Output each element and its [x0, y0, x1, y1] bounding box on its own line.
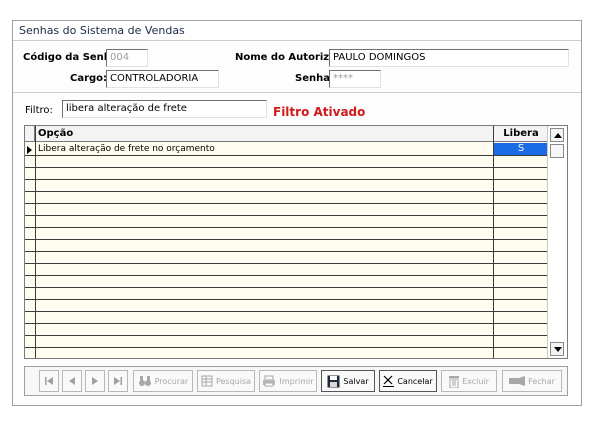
scroll-up-button[interactable] — [550, 128, 564, 142]
grid-row-line — [25, 179, 549, 180]
grid-row-line — [25, 215, 549, 216]
first-icon — [45, 377, 53, 385]
previous-record-button[interactable] — [62, 370, 82, 392]
grid-row-line — [25, 275, 549, 276]
close-door-icon — [509, 376, 526, 386]
imprimir-label: Imprimir — [279, 376, 314, 386]
grid-table-icon — [201, 375, 213, 387]
nome-field[interactable]: PAULO DOMINGOS — [329, 49, 569, 67]
grid-row-line — [25, 347, 549, 348]
salvar-label: Salvar — [343, 376, 369, 386]
printer-icon — [263, 375, 276, 387]
grid-row-line — [25, 335, 549, 336]
arrow-down-icon — [554, 347, 562, 352]
current-row-indicator-icon — [27, 146, 32, 154]
cargo-field[interactable]: CONTROLADORIA — [106, 70, 219, 88]
arrow-up-icon — [554, 133, 562, 138]
grid-corner — [25, 126, 35, 142]
previous-icon — [69, 377, 75, 385]
column-header-opcao[interactable]: Opção — [35, 126, 494, 142]
grid-row-line — [25, 155, 549, 156]
filtro-label: Filtro: — [25, 105, 53, 116]
next-icon — [92, 377, 98, 385]
excluir-label: Excluir — [462, 376, 489, 386]
fechar-button[interactable]: Fechar — [502, 370, 562, 392]
scroll-down-button[interactable] — [550, 342, 564, 356]
pesquisa-label: Pesquisa — [215, 376, 252, 386]
filtro-status: Filtro Ativado — [273, 105, 366, 119]
options-grid[interactable]: Opção Libera Libera alteração de frete n… — [24, 125, 568, 359]
grid-vertical-scrollbar[interactable] — [547, 126, 567, 358]
cancelar-button[interactable]: Cancelar — [379, 370, 437, 392]
excluir-button[interactable]: Excluir — [441, 370, 497, 392]
imprimir-button[interactable]: Imprimir — [259, 370, 317, 392]
last-icon — [114, 377, 122, 385]
grid-row-line — [25, 239, 549, 240]
cancel-x-icon — [383, 375, 395, 387]
senhas-window: Senhas do Sistema de Vendas Código da Se… — [12, 20, 582, 406]
codigo-field[interactable]: 004 — [106, 49, 148, 67]
salvar-button[interactable]: Salvar — [321, 370, 375, 392]
grid-row-line — [25, 167, 549, 168]
grid-row-line — [25, 251, 549, 252]
floppy-disk-icon — [327, 375, 340, 387]
filtro-field[interactable]: libera alteração de frete — [62, 100, 267, 118]
grid-row-line — [25, 191, 549, 192]
window-title-bar: Senhas do Sistema de Vendas — [13, 21, 581, 41]
trash-icon — [449, 375, 460, 388]
action-toolbar: Procurar Pesquisa Imprimir Salvar Cancel… — [24, 366, 568, 396]
binoculars-icon — [138, 376, 151, 386]
fechar-label: Fechar — [528, 376, 555, 386]
form-separator — [13, 92, 581, 93]
grid-row-line — [25, 203, 549, 204]
procurar-button[interactable]: Procurar — [133, 370, 193, 392]
grid-row-line — [25, 263, 549, 264]
scroll-thumb[interactable] — [550, 144, 564, 158]
senha-field[interactable]: **** — [329, 70, 381, 88]
pesquisa-button[interactable]: Pesquisa — [197, 370, 255, 392]
grid-row-line — [25, 299, 549, 300]
grid-cell-opcao[interactable]: Libera alteração de frete no orçamento — [38, 144, 215, 154]
grid-row-line — [25, 323, 549, 324]
grid-row-line — [25, 287, 549, 288]
grid-row-line — [25, 227, 549, 228]
grid-row-line — [25, 311, 549, 312]
first-record-button[interactable] — [39, 370, 59, 392]
cargo-label: Cargo: — [70, 73, 108, 84]
next-record-button[interactable] — [85, 370, 105, 392]
window-title: Senhas do Sistema de Vendas — [19, 24, 185, 37]
last-record-button[interactable] — [108, 370, 128, 392]
procurar-label: Procurar — [154, 376, 189, 386]
grid-cell-libera[interactable]: S — [494, 143, 548, 155]
column-header-libera[interactable]: Libera — [494, 126, 549, 142]
cancelar-label: Cancelar — [397, 376, 433, 386]
